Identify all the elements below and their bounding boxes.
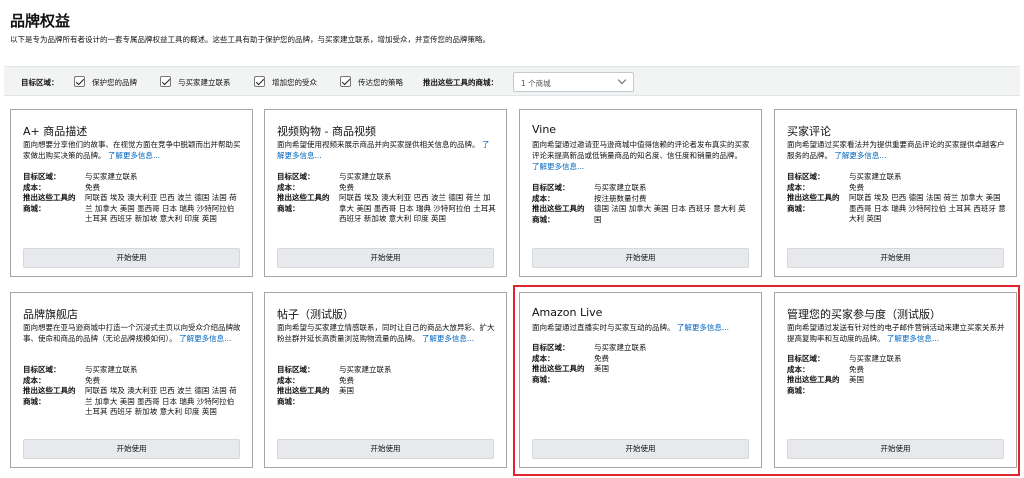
tool-card-video-shopping: 视频购物 - 商品视频 面向希望使用视频来展示商品并向买家提供相关信息的品牌。 … [264, 109, 507, 277]
checkbox-checked-icon[interactable] [160, 76, 171, 87]
card-meta: 目标区域： 与买家建立联系 成本： 免费 推出这些工具的 商城： 阿联酋 埃及 澳大利亚… [23, 172, 244, 225]
cost-value: 免费 [849, 182, 864, 192]
learn-more-link[interactable]: 了解更多信息... [108, 151, 160, 160]
card-meta: 目标区域： 与买家建立联系 成本： 免费 推出这些工具的 商城： 阿联酋 埃及 澳大利亚… [23, 365, 244, 418]
card-title: Vine [532, 123, 557, 136]
markets-value: 阿联酋 埃及 巴西 德国 法国 荷兰 加拿大 美国 墨西哥 日本 瑞典 沙特阿拉… [849, 193, 1006, 223]
markets-label: 推出这些工具的 商城： [532, 204, 585, 224]
cost-value: 免费 [85, 375, 100, 385]
market-filter-label: 推出这些工具的商城： [423, 78, 498, 87]
card-title: A+ 商品描述 [23, 125, 88, 138]
card-description: 面向希望通过买家看法并为提供重要商品评论的买家提供卓越客户服务的品牌。 了解更多… [787, 140, 1005, 160]
goal-label: 目标区域： [532, 183, 570, 192]
card-meta: 目标区域： 与买家建立联系 成本： 按注册数量付费 推出这些工具的 商城： 德国 法国 … [532, 183, 753, 225]
page-title: 品牌权益 [10, 12, 71, 30]
markets-value: 美国 [339, 386, 354, 395]
goal-value: 与买家建立联系 [85, 172, 138, 181]
cost-label: 成本： [277, 375, 300, 385]
checkbox-label: 保护您的品牌 [92, 78, 137, 87]
cost-value: 免费 [85, 182, 100, 192]
checkbox-label: 与买家建立联系 [178, 78, 231, 87]
markets-label: 推出这些工具的 商城： [23, 193, 76, 213]
goal-label: 目标区域： [277, 172, 315, 181]
card-description: 面向希望通过邀请亚马逊商城中值得信赖的评论者发布真实的买家评论来提高新品或低销量… [532, 140, 750, 171]
card-meta: 目标区域： 与买家建立联系 成本： 免费 推出这些工具的 商城： 阿联酋 埃及 澳大利亚… [277, 172, 498, 225]
goal-label: 目标区域： [23, 172, 61, 181]
cost-label: 成本： [277, 182, 300, 192]
start-button[interactable]: 开始使用 [532, 248, 749, 268]
cost-label: 成本： [23, 182, 46, 192]
start-button[interactable]: 开始使用 [277, 439, 494, 459]
tool-card-posts-beta: 帖子（测试版） 面向希望与买家建立情感联系，同时让自己的商品大放异彩、扩大粉丝群… [264, 292, 507, 468]
checkbox-label: 传达您的策略 [358, 78, 403, 87]
market-select[interactable]: 1 个商城 [513, 72, 634, 92]
card-description: 面向希望与买家建立情感联系，同时让自己的商品大放异彩、扩大粉丝群并延长高质量浏览… [277, 323, 495, 343]
goal-value: 与买家建立联系 [85, 365, 138, 374]
goal-filter-label: 目标区域： [21, 78, 59, 87]
checkbox-label: 增加您的受众 [272, 78, 317, 87]
learn-more-link[interactable]: 了解更多信息... [834, 151, 886, 160]
markets-value: 阿联酋 埃及 澳大利亚 巴西 波兰 德国 法国 荷兰 加拿大 美国 墨西哥 日本… [85, 386, 237, 416]
markets-label: 推出这些工具的 商城： [23, 386, 76, 406]
tool-card-vine: Vine 面向希望通过邀请亚马逊商城中值得信赖的评论者发布真实的买家评论来提高新… [519, 109, 762, 277]
goal-label: 目标区域： [277, 365, 315, 374]
highlight-annotation-box [513, 285, 1020, 476]
start-button[interactable]: 开始使用 [23, 439, 240, 459]
tool-card-customer-reviews: 买家评论 面向希望通过买家看法并为提供重要商品评论的买家提供卓越客户服务的品牌。… [774, 109, 1017, 277]
checkbox-checked-icon[interactable] [74, 76, 85, 87]
cost-value: 免费 [339, 182, 354, 192]
checkbox-checked-icon[interactable] [340, 76, 351, 87]
chevron-down-icon [617, 75, 627, 85]
cost-value: 免费 [339, 375, 354, 385]
learn-more-link[interactable]: 了解更多信息... [179, 334, 231, 343]
card-title: 买家评论 [787, 125, 831, 138]
card-title: 视频购物 - 商品视频 [277, 125, 376, 138]
goal-value: 与买家建立联系 [849, 172, 902, 181]
page-description: 以下是专为品牌所有者设计的一套专属品牌权益工具的概述。这些工具有助于保护您的品牌… [10, 35, 490, 44]
goal-label: 目标区域： [23, 365, 61, 374]
tool-card-brand-store: 品牌旗舰店 面向想要在亚马逊商城中打造一个沉浸式主页以向受众介绍品牌故事、使命和… [10, 292, 253, 468]
card-meta: 目标区域： 与买家建立联系 成本： 免费 推出这些工具的 商城： 美国 [277, 365, 498, 407]
markets-value: 阿联酋 埃及 澳大利亚 巴西 波兰 德国 法国 荷兰 加拿大 美国 墨西哥 日本… [85, 193, 237, 223]
cost-label: 成本： [532, 193, 555, 203]
tool-card-a-plus-content: A+ 商品描述 面向想要分享他们的故事、在视觉方面在竞争中脱颖而出并帮助买家做出… [10, 109, 253, 277]
markets-value: 阿联酋 埃及 澳大利亚 巴西 波兰 德国 荷兰 加拿大 美国 墨西哥 日本 瑞典… [339, 193, 496, 223]
filter-bar: 目标区域： 保护您的品牌 与买家建立联系 增加您的受众 传达您的策略 推出这些工… [4, 66, 1020, 96]
cost-value: 按注册数量付费 [594, 193, 647, 203]
card-description: 面向希望使用视频来展示商品并向买家提供相关信息的品牌。 了解更多信息... [277, 140, 490, 160]
cost-label: 成本： [787, 182, 810, 192]
learn-more-link[interactable]: 了解更多信息... [422, 334, 474, 343]
start-button[interactable]: 开始使用 [277, 248, 494, 268]
markets-value: 德国 法国 加拿大 美国 日本 西班牙 意大利 英国 [594, 204, 746, 224]
cost-label: 成本： [23, 375, 46, 385]
market-select-value: 1 个商城 [521, 79, 551, 88]
markets-label: 推出这些工具的 商城： [277, 386, 330, 406]
card-meta: 目标区域： 与买家建立联系 成本： 免费 推出这些工具的 商城： 阿联酋 埃及 巴西 德… [787, 172, 1008, 225]
goal-value: 与买家建立联系 [339, 365, 392, 374]
learn-more-link[interactable]: 了解更多信息... [532, 162, 584, 171]
goal-value: 与买家建立联系 [594, 183, 647, 192]
goal-value: 与买家建立联系 [339, 172, 392, 181]
start-button[interactable]: 开始使用 [787, 248, 1004, 268]
markets-label: 推出这些工具的 商城： [787, 193, 840, 213]
card-title: 帖子（测试版） [277, 308, 354, 321]
card-description: 面向想要在亚马逊商城中打造一个沉浸式主页以向受众介绍品牌故事、使命和商品的品牌（… [23, 323, 241, 343]
card-description: 面向想要分享他们的故事、在视觉方面在竞争中脱颖而出并帮助买家做出购买决策的品牌。… [23, 140, 241, 160]
card-title: 品牌旗舰店 [23, 308, 78, 321]
goal-label: 目标区域： [787, 172, 825, 181]
start-button[interactable]: 开始使用 [23, 248, 240, 268]
checkbox-checked-icon[interactable] [254, 76, 265, 87]
markets-label: 推出这些工具的 商城： [277, 193, 330, 213]
